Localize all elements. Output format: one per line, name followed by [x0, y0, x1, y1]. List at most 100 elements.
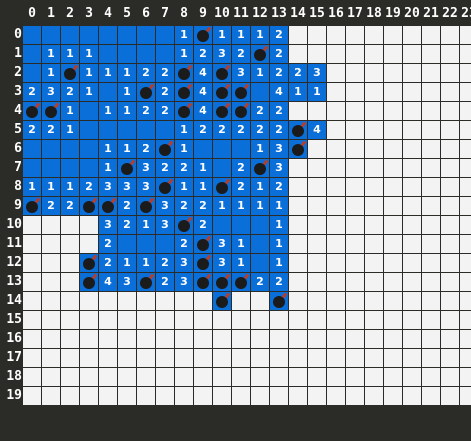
hidden-cell[interactable]: [175, 292, 193, 310]
revealed-empty-cell[interactable]: [42, 26, 60, 44]
hidden-cell[interactable]: [460, 159, 471, 177]
hidden-cell[interactable]: [156, 330, 174, 348]
revealed-number-cell[interactable]: 3: [118, 273, 136, 291]
mine-cell[interactable]: [213, 102, 231, 120]
revealed-empty-cell[interactable]: [232, 216, 250, 234]
hidden-cell[interactable]: [23, 235, 41, 253]
revealed-empty-cell[interactable]: [42, 159, 60, 177]
revealed-number-cell[interactable]: 3: [156, 197, 174, 215]
revealed-empty-cell[interactable]: [23, 45, 41, 63]
revealed-number-cell[interactable]: 1: [42, 45, 60, 63]
mine-cell[interactable]: [194, 235, 212, 253]
hidden-cell[interactable]: [460, 311, 471, 329]
hidden-cell[interactable]: [61, 349, 79, 367]
revealed-number-cell[interactable]: 1: [251, 64, 269, 82]
revealed-empty-cell[interactable]: [213, 159, 231, 177]
revealed-number-cell[interactable]: 2: [156, 102, 174, 120]
revealed-number-cell[interactable]: 3: [137, 159, 155, 177]
revealed-number-cell[interactable]: 2: [99, 235, 117, 253]
mine-cell[interactable]: [213, 273, 231, 291]
revealed-empty-cell[interactable]: [23, 140, 41, 158]
revealed-number-cell[interactable]: 1: [194, 159, 212, 177]
hidden-cell[interactable]: [460, 349, 471, 367]
hidden-cell[interactable]: [80, 387, 98, 405]
hidden-cell[interactable]: [384, 159, 402, 177]
revealed-number-cell[interactable]: 2: [289, 64, 307, 82]
hidden-cell[interactable]: [441, 102, 459, 120]
hidden-cell[interactable]: [327, 311, 345, 329]
mine-cell[interactable]: [213, 292, 231, 310]
hidden-cell[interactable]: [23, 349, 41, 367]
hidden-cell[interactable]: [137, 349, 155, 367]
hidden-cell[interactable]: [289, 216, 307, 234]
hidden-cell[interactable]: [346, 83, 364, 101]
hidden-cell[interactable]: [365, 292, 383, 310]
revealed-number-cell[interactable]: 1: [251, 26, 269, 44]
hidden-cell[interactable]: [460, 254, 471, 272]
hidden-cell[interactable]: [61, 292, 79, 310]
revealed-number-cell[interactable]: 1: [251, 140, 269, 158]
hidden-cell[interactable]: [232, 349, 250, 367]
revealed-number-cell[interactable]: 2: [137, 140, 155, 158]
mine-cell[interactable]: [175, 83, 193, 101]
revealed-number-cell[interactable]: 1: [42, 64, 60, 82]
hidden-cell[interactable]: [346, 216, 364, 234]
revealed-number-cell[interactable]: 2: [270, 64, 288, 82]
hidden-cell[interactable]: [365, 387, 383, 405]
revealed-number-cell[interactable]: 3: [175, 254, 193, 272]
hidden-cell[interactable]: [403, 45, 421, 63]
hidden-cell[interactable]: [441, 197, 459, 215]
revealed-number-cell[interactable]: 2: [156, 64, 174, 82]
mine-cell[interactable]: [270, 292, 288, 310]
hidden-cell[interactable]: [422, 273, 440, 291]
hidden-cell[interactable]: [61, 273, 79, 291]
hidden-cell[interactable]: [403, 26, 421, 44]
hidden-cell[interactable]: [80, 368, 98, 386]
revealed-number-cell[interactable]: 1: [99, 64, 117, 82]
hidden-cell[interactable]: [460, 197, 471, 215]
hidden-cell[interactable]: [365, 83, 383, 101]
hidden-cell[interactable]: [403, 292, 421, 310]
mine-cell[interactable]: [175, 216, 193, 234]
hidden-cell[interactable]: [384, 121, 402, 139]
hidden-cell[interactable]: [346, 273, 364, 291]
revealed-empty-cell[interactable]: [137, 235, 155, 253]
mine-cell[interactable]: [118, 159, 136, 177]
hidden-cell[interactable]: [346, 102, 364, 120]
revealed-number-cell[interactable]: 1: [270, 216, 288, 234]
revealed-number-cell[interactable]: 2: [232, 121, 250, 139]
hidden-cell[interactable]: [80, 216, 98, 234]
hidden-cell[interactable]: [441, 330, 459, 348]
revealed-number-cell[interactable]: 2: [194, 197, 212, 215]
hidden-cell[interactable]: [61, 311, 79, 329]
revealed-number-cell[interactable]: 2: [61, 83, 79, 101]
revealed-number-cell[interactable]: 2: [23, 121, 41, 139]
hidden-cell[interactable]: [384, 178, 402, 196]
hidden-cell[interactable]: [346, 26, 364, 44]
mine-cell[interactable]: [23, 197, 41, 215]
revealed-empty-cell[interactable]: [80, 159, 98, 177]
hidden-cell[interactable]: [251, 311, 269, 329]
revealed-number-cell[interactable]: 1: [80, 83, 98, 101]
revealed-number-cell[interactable]: 1: [175, 45, 193, 63]
hidden-cell[interactable]: [175, 330, 193, 348]
mine-cell[interactable]: [289, 121, 307, 139]
hidden-cell[interactable]: [365, 121, 383, 139]
hidden-cell[interactable]: [346, 254, 364, 272]
hidden-cell[interactable]: [156, 368, 174, 386]
hidden-cell[interactable]: [365, 216, 383, 234]
revealed-number-cell[interactable]: 1: [270, 235, 288, 253]
revealed-number-cell[interactable]: 3: [99, 178, 117, 196]
hidden-cell[interactable]: [422, 216, 440, 234]
hidden-cell[interactable]: [118, 387, 136, 405]
hidden-cell[interactable]: [118, 330, 136, 348]
hidden-cell[interactable]: [213, 311, 231, 329]
revealed-empty-cell[interactable]: [156, 121, 174, 139]
hidden-cell[interactable]: [137, 368, 155, 386]
hidden-cell[interactable]: [384, 45, 402, 63]
hidden-cell[interactable]: [441, 368, 459, 386]
hidden-cell[interactable]: [308, 330, 326, 348]
hidden-cell[interactable]: [175, 368, 193, 386]
hidden-cell[interactable]: [175, 349, 193, 367]
mine-cell[interactable]: [232, 83, 250, 101]
